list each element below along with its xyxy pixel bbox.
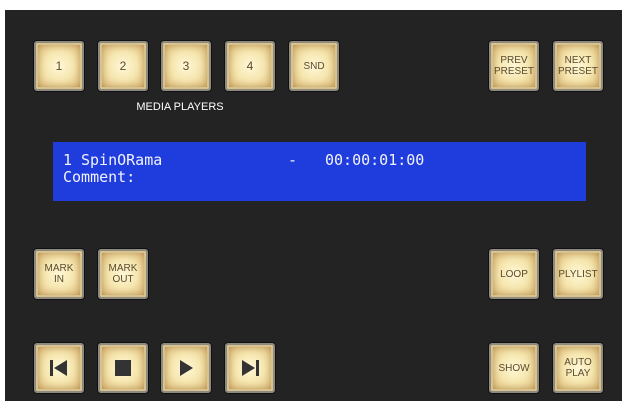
media-player-2-label: 2	[119, 58, 127, 73]
clip-timecode: 00:00:01:00	[325, 151, 425, 169]
comment-label: Comment:	[63, 168, 136, 186]
play-icon	[180, 360, 193, 376]
next-preset-button[interactable]: NEXT PRESET	[553, 41, 603, 91]
media-player-4-button[interactable]: 4	[225, 41, 275, 91]
sound-button[interactable]: SND	[289, 41, 339, 91]
auto-play-label: AUTO PLAY	[564, 357, 592, 379]
clip-number: 1	[63, 151, 73, 169]
media-player-3-label: 3	[182, 58, 190, 73]
mark-out-button[interactable]: MARK OUT	[98, 249, 148, 299]
skip-back-button[interactable]	[34, 343, 84, 393]
prev-preset-label: PREV PRESET	[493, 55, 534, 77]
media-player-1-button[interactable]: 1	[34, 41, 84, 91]
sound-label: SND	[303, 60, 325, 72]
mark-in-label: MARK IN	[44, 263, 74, 285]
media-player-3-button[interactable]: 3	[161, 41, 211, 91]
stop-icon	[115, 360, 131, 376]
media-players-caption: MEDIA PLAYERS	[136, 101, 224, 113]
play-button[interactable]	[161, 343, 211, 393]
lcd-row-clip: 1 SpinORama - 00:00:01:00	[63, 152, 576, 169]
mark-out-label: MARK OUT	[108, 263, 138, 285]
show-label: SHOW	[498, 362, 530, 374]
playlist-label: PLYLIST	[558, 268, 598, 280]
clip-separator: -	[288, 151, 298, 169]
show-button[interactable]: SHOW	[489, 343, 539, 393]
clip-name: SpinORama	[81, 151, 163, 169]
skip-forward-button[interactable]	[225, 343, 275, 393]
media-player-1-label: 1	[55, 58, 63, 73]
lcd-row-comment: Comment:	[63, 169, 576, 186]
mark-in-button[interactable]: MARK IN	[34, 249, 84, 299]
skip-forward-icon	[242, 360, 259, 376]
media-player-2-button[interactable]: 2	[98, 41, 148, 91]
media-player-4-label: 4	[246, 58, 254, 73]
skip-back-icon	[50, 360, 67, 376]
playlist-button[interactable]: PLYLIST	[553, 249, 603, 299]
next-preset-label: NEXT PRESET	[557, 55, 598, 77]
prev-preset-button[interactable]: PREV PRESET	[489, 41, 539, 91]
auto-play-button[interactable]: AUTO PLAY	[553, 343, 603, 393]
loop-label: LOOP	[500, 268, 528, 280]
stop-button[interactable]	[98, 343, 148, 393]
lcd-display: 1 SpinORama - 00:00:01:00 Comment:	[53, 142, 586, 201]
loop-button[interactable]: LOOP	[489, 249, 539, 299]
